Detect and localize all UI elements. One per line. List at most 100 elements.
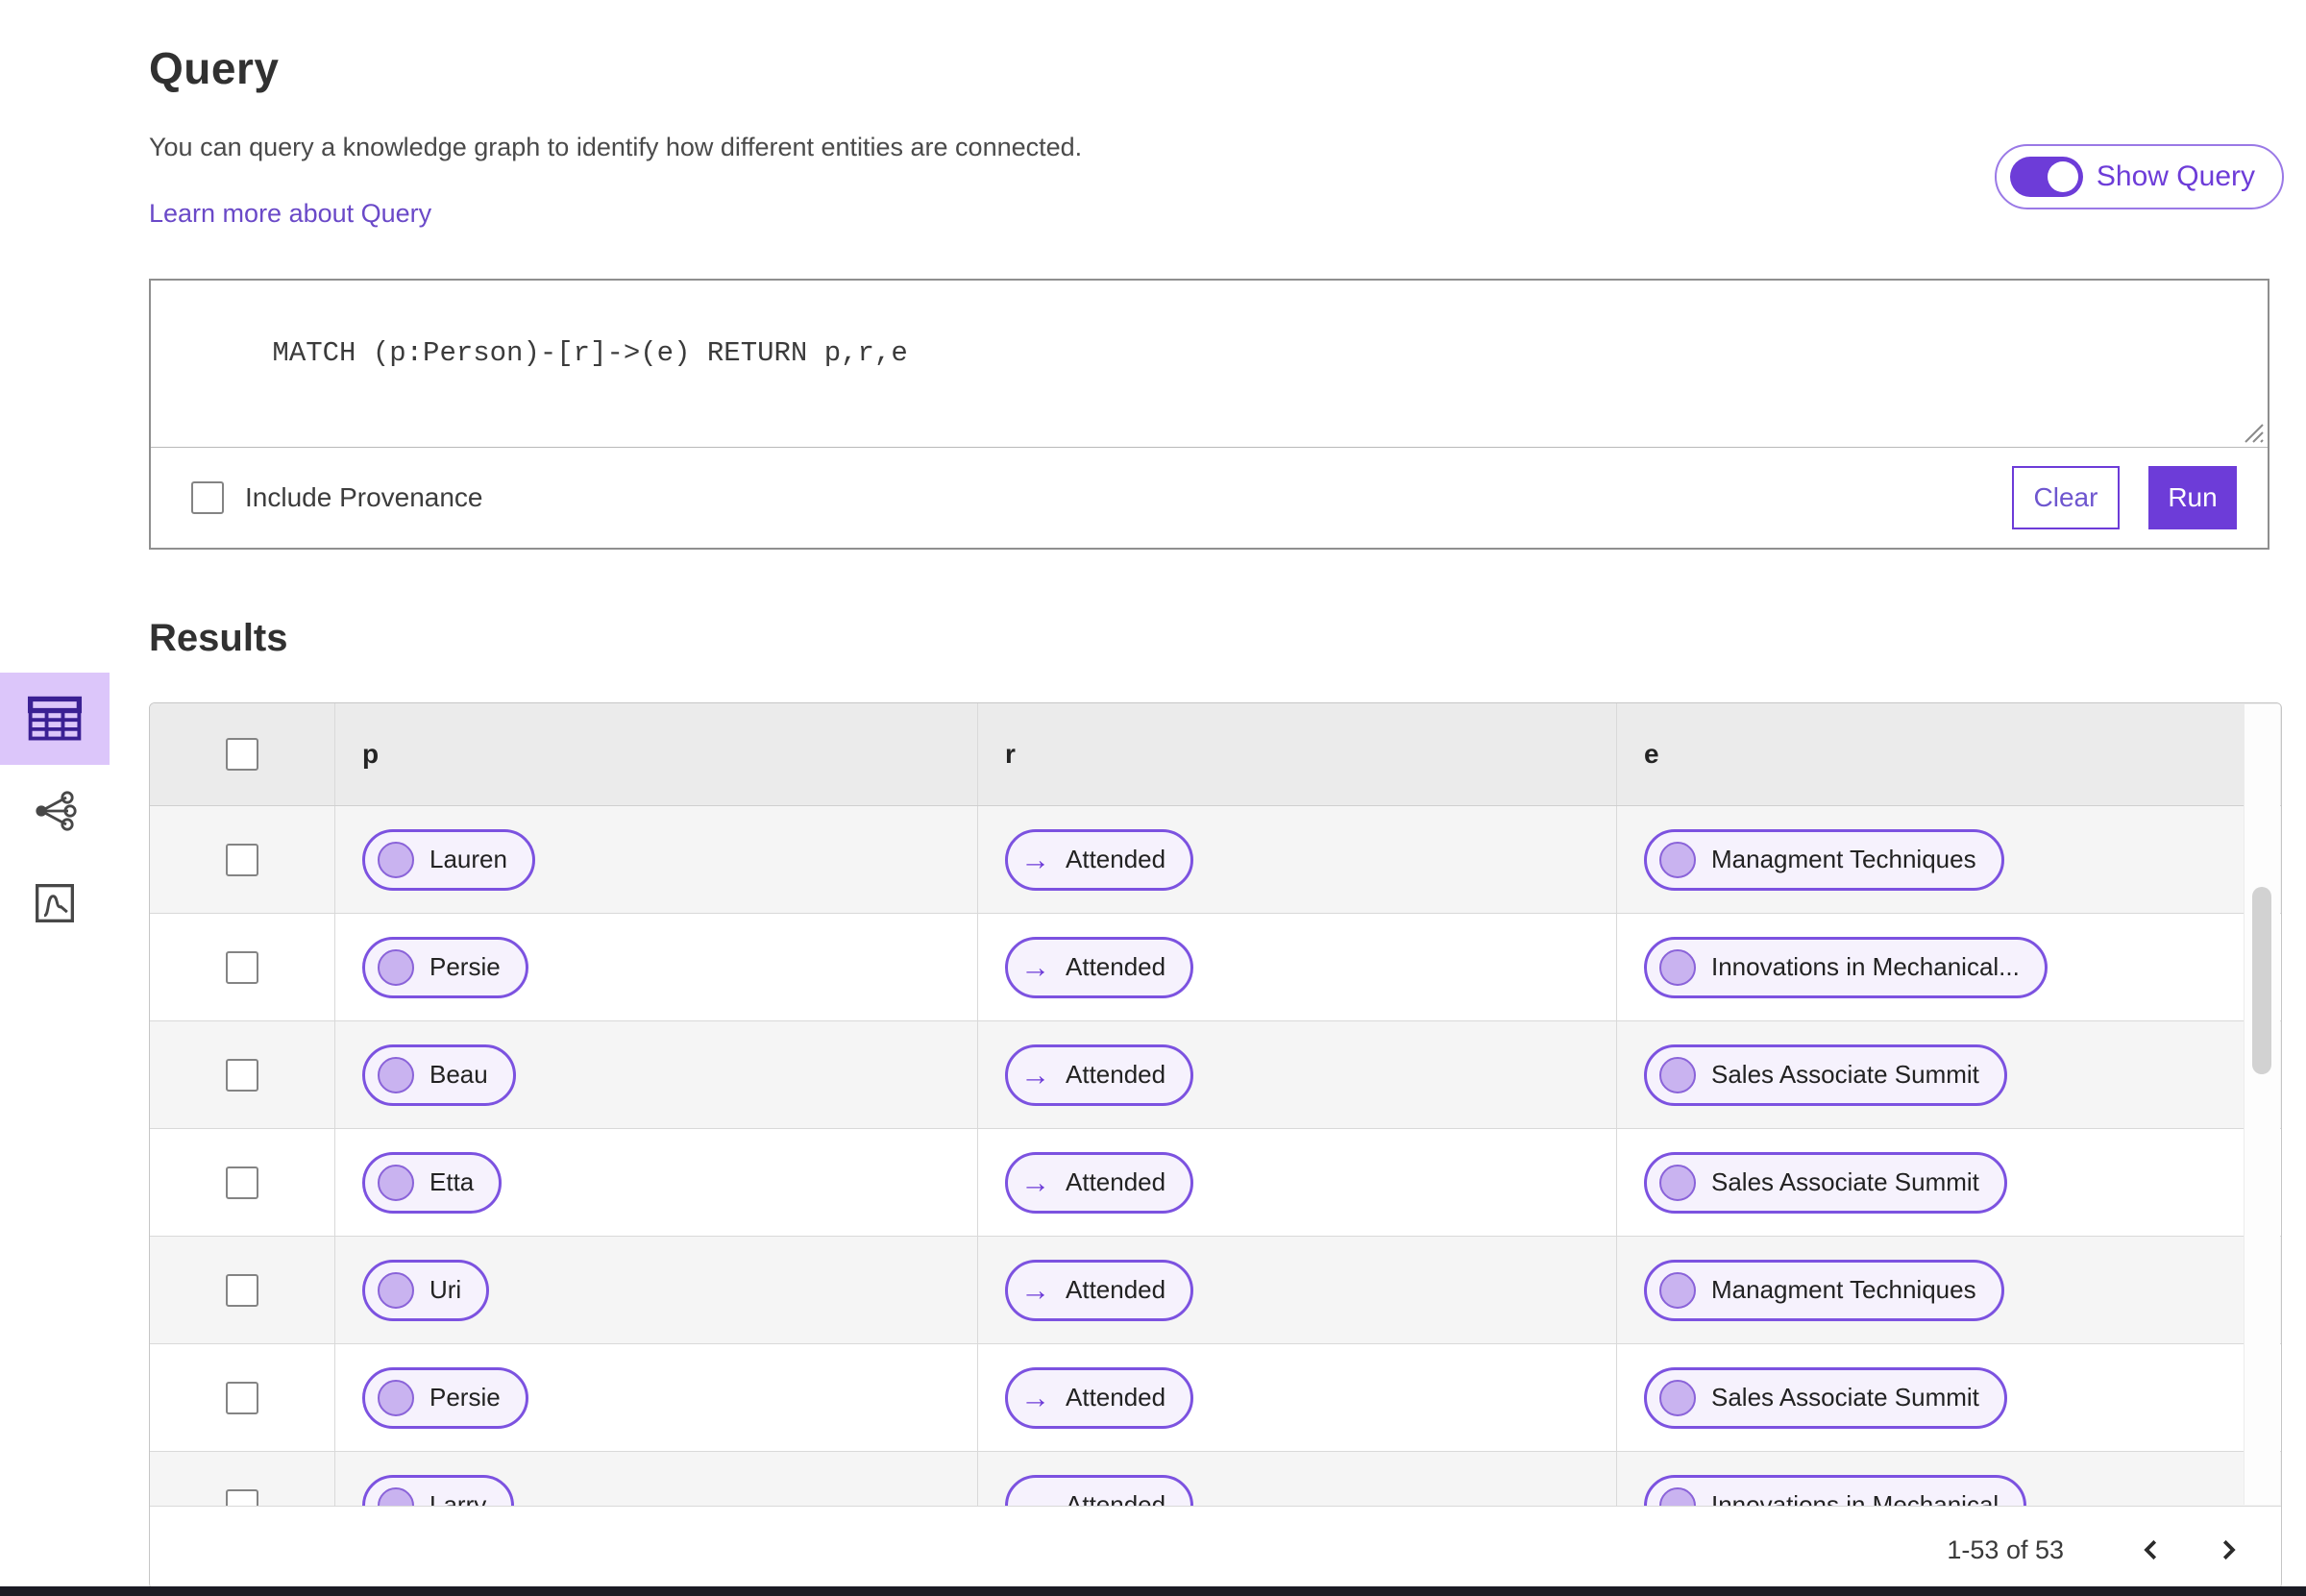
node-pill[interactable]: Managment Techniques xyxy=(1644,1259,2004,1321)
chevron-left-icon xyxy=(2144,1539,2157,1560)
chevron-right-icon xyxy=(2222,1539,2236,1560)
node-pill[interactable]: Innovations in Mechanical... xyxy=(1644,936,2048,998)
query-text: MATCH (p:Person)-[r]->(e) RETURN p,r,e xyxy=(272,337,908,369)
next-page-button[interactable] xyxy=(2200,1522,2256,1578)
show-query-toggle[interactable]: Show Query xyxy=(1994,144,2284,209)
table-body: Lauren → Attended Managment Techniques P… xyxy=(150,806,2281,1506)
cell-p: Etta xyxy=(334,1129,977,1236)
node-pill[interactable]: Uri xyxy=(362,1259,490,1321)
clear-button[interactable]: Clear xyxy=(2012,466,2120,529)
toggle-on-icon[interactable] xyxy=(2009,157,2083,197)
edge-pill[interactable]: → Attended xyxy=(1005,1044,1194,1106)
edge-pill[interactable]: → Attended xyxy=(1005,936,1194,998)
node-label: Uri xyxy=(429,1275,462,1304)
node-pill[interactable]: Sales Associate Summit xyxy=(1644,1151,2007,1214)
row-checkbox[interactable] xyxy=(226,950,258,984)
cell-p: Uri xyxy=(334,1237,977,1343)
node-pill[interactable]: Innovations in Mechanical xyxy=(1644,1474,2027,1506)
node-circle-icon xyxy=(378,841,414,878)
column-header-p[interactable]: p xyxy=(334,703,977,805)
window-bottom-edge xyxy=(0,1586,2306,1596)
node-pill[interactable]: Lauren xyxy=(362,828,535,891)
node-label: Lauren xyxy=(429,845,507,873)
pagination-range: 1-53 of 53 xyxy=(1947,1535,2064,1564)
cell-r: → Attended xyxy=(977,1452,1616,1506)
node-pill[interactable]: Beau xyxy=(362,1044,516,1106)
edge-pill[interactable]: → Attended xyxy=(1005,1259,1194,1321)
node-circle-icon xyxy=(1659,1379,1696,1416)
edge-arrow-icon: → xyxy=(1020,1381,1050,1414)
row-checkbox-cell xyxy=(150,1344,334,1451)
query-textarea[interactable]: MATCH (p:Person)-[r]->(e) RETURN p,r,e xyxy=(151,281,2268,448)
cell-e: Sales Associate Summit xyxy=(1616,1021,2281,1128)
table-row: Larry → Attended Innovations in Mechanic… xyxy=(150,1452,2281,1506)
row-checkbox[interactable] xyxy=(226,1488,258,1506)
resize-handle[interactable] xyxy=(2242,421,2265,444)
table-header-row: p r e xyxy=(150,703,2281,806)
node-circle-icon xyxy=(1659,948,1696,986)
node-label: Persie xyxy=(429,1383,501,1412)
edge-arrow-icon: → xyxy=(1020,843,1050,876)
row-checkbox[interactable] xyxy=(226,1273,258,1307)
edge-pill[interactable]: → Attended xyxy=(1005,1151,1194,1214)
cell-p: Persie xyxy=(334,1344,977,1451)
edge-label: Attended xyxy=(1066,1060,1166,1089)
node-circle-icon xyxy=(378,1164,414,1201)
row-checkbox-cell xyxy=(150,1021,334,1128)
table-row: Uri → Attended Managment Techniques xyxy=(150,1237,2281,1344)
node-pill[interactable]: Sales Associate Summit xyxy=(1644,1366,2007,1429)
edge-pill[interactable]: → Attended xyxy=(1005,1366,1194,1429)
node-pill[interactable]: Persie xyxy=(362,1366,528,1429)
row-checkbox[interactable] xyxy=(226,843,258,876)
table-row: Persie → Attended Sales Associate Summit xyxy=(150,1344,2281,1452)
row-checkbox[interactable] xyxy=(226,1058,258,1092)
cell-e: Managment Techniques xyxy=(1616,806,2281,913)
edge-arrow-icon: → xyxy=(1020,1273,1050,1307)
table-scrollbar[interactable] xyxy=(2244,704,2280,1505)
node-pill[interactable]: Sales Associate Summit xyxy=(1644,1044,2007,1106)
node-label: Innovations in Mechanical... xyxy=(1711,952,2020,981)
include-provenance-checkbox[interactable] xyxy=(191,481,224,514)
include-provenance-label: Include Provenance xyxy=(245,482,483,512)
run-button[interactable]: Run xyxy=(2148,466,2237,529)
table-icon xyxy=(27,696,83,741)
table-view-tab[interactable] xyxy=(0,673,110,765)
row-checkbox-cell xyxy=(150,914,334,1020)
learn-more-link[interactable]: Learn more about Query xyxy=(149,199,431,229)
node-pill[interactable]: Managment Techniques xyxy=(1644,828,2004,891)
edge-label: Attended xyxy=(1066,952,1166,981)
cell-e: Sales Associate Summit xyxy=(1616,1129,2281,1236)
node-label: Sales Associate Summit xyxy=(1711,1383,1979,1412)
previous-page-button[interactable] xyxy=(2123,1522,2179,1578)
node-circle-icon xyxy=(1659,1271,1696,1309)
node-pill[interactable]: Etta xyxy=(362,1151,503,1214)
node-label: Sales Associate Summit xyxy=(1711,1060,1979,1089)
cell-r: → Attended xyxy=(977,806,1616,913)
table-row: Beau → Attended Sales Associate Summit xyxy=(150,1021,2281,1129)
edge-arrow-icon: → xyxy=(1020,1166,1050,1199)
row-checkbox[interactable] xyxy=(226,1381,258,1414)
node-pill[interactable]: Larry xyxy=(362,1474,515,1506)
select-all-checkbox[interactable] xyxy=(226,738,258,771)
node-label: Beau xyxy=(429,1060,488,1089)
cell-r: → Attended xyxy=(977,1237,1616,1343)
edge-label: Attended xyxy=(1066,1167,1166,1196)
node-label: Sales Associate Summit xyxy=(1711,1167,1979,1196)
query-section: Query You can query a knowledge graph to… xyxy=(0,0,2282,1594)
node-pill[interactable]: Persie xyxy=(362,936,528,998)
edge-pill[interactable]: → Attended xyxy=(1005,828,1194,891)
node-circle-icon xyxy=(1659,1486,1696,1506)
column-header-label: e xyxy=(1644,739,1659,769)
edge-pill[interactable]: → Attended xyxy=(1005,1474,1194,1506)
column-header-r[interactable]: r xyxy=(977,703,1616,805)
node-circle-icon xyxy=(378,948,414,986)
column-header-e[interactable]: e xyxy=(1616,703,2281,805)
table-row: Lauren → Attended Managment Techniques xyxy=(150,806,2281,914)
graph-view-tab[interactable] xyxy=(0,765,110,857)
row-checkbox[interactable] xyxy=(226,1166,258,1199)
scrollbar-thumb[interactable] xyxy=(2252,887,2271,1074)
row-checkbox-cell xyxy=(150,806,334,913)
node-circle-icon xyxy=(1659,1164,1696,1201)
chart-view-tab[interactable] xyxy=(0,857,110,949)
edge-arrow-icon: → xyxy=(1020,950,1050,984)
